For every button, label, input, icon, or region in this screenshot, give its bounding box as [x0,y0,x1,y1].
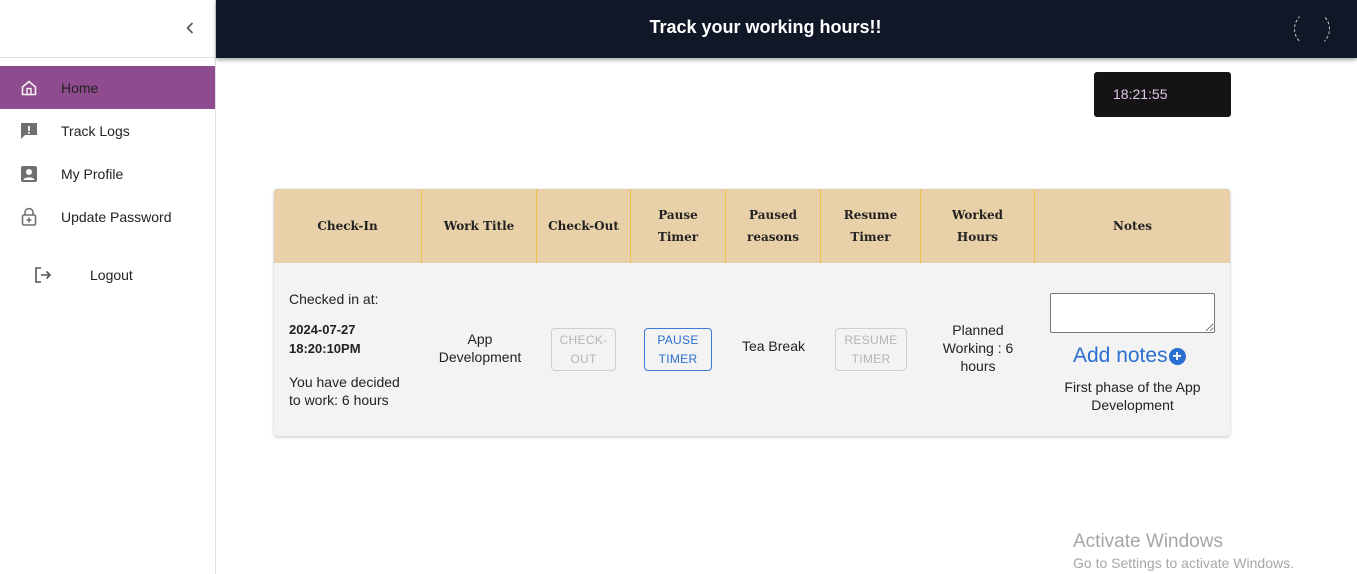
chevron-left-icon [186,22,194,34]
sidebar-header [0,0,215,58]
decided-work-hours: You have decided to work: 6 hours [289,374,400,408]
sidebar-item-track-logs[interactable]: Track Logs [0,109,215,152]
checked-in-time: 18:20:10PM [289,341,361,356]
header-notes: Notes [1113,219,1152,233]
add-circle-icon: + [1168,347,1186,365]
worked-hours-value: Planned Working : 6 hours [942,322,1014,374]
header-pause-timer: Pause Timer [631,189,726,263]
sidebar-nav: Home Track Logs My Profile Update Passwo… [0,66,215,238]
notes-input[interactable] [1050,293,1215,333]
resume-timer-button[interactable]: RESUME TIMER [835,328,907,371]
header-resume-timer: Resume Timer [821,189,921,263]
app-header: Track your working hours!! [216,0,1357,58]
checked-in-date: 2024-07-27 [289,322,356,337]
logout-button[interactable]: Logout [0,255,215,295]
sidebar-item-label: Update Password [61,208,172,225]
activate-windows-title: Activate Windows [1073,531,1223,552]
live-clock: 18:21:55 [1094,72,1231,117]
checked-in-label: Checked in at: [289,291,379,307]
table-header-row: Check-In Work Title Check-Out Pause Time… [274,189,1230,263]
add-notes-button[interactable]: Add notes + [1073,344,1186,368]
header-check-in: Check-In [274,189,422,263]
lock-plus-icon [19,207,39,227]
sidebar-item-label: Track Logs [61,122,130,139]
check-out-button[interactable]: CHECK-OUT [551,328,616,371]
sidebar-item-label: My Profile [61,165,124,182]
work-log-table: Check-In Work Title Check-Out Pause Time… [274,189,1230,436]
note-text: First phase of the App Development [1064,379,1201,413]
collapse-sidebar-button[interactable] [180,18,200,38]
header-check-out: Check-Out [537,189,631,263]
account-box-icon [19,164,39,184]
sidebar-item-label: Home [61,79,99,96]
pause-timer-button[interactable]: PAUSE TIMER [644,328,712,371]
sidebar-item-home[interactable]: Home [0,66,215,109]
sidebar-item-update-password[interactable]: Update Password [0,195,215,238]
avatar[interactable] [1294,11,1330,47]
sidebar-item-my-profile[interactable]: My Profile [0,152,215,195]
logout-icon [33,265,53,285]
sidebar: Home Track Logs My Profile Update Passwo… [0,0,216,574]
feedback-icon [19,121,39,141]
logout-label: Logout [90,267,133,283]
header-work-title: Work Title [422,189,537,263]
add-notes-label: Add notes [1073,344,1168,367]
paused-reason-value: Tea Break [741,338,806,354]
header-worked-hours: Worked Hours [921,189,1035,263]
activate-windows-subtitle: Go to Settings to activate Windows. [1073,555,1294,571]
header-paused-reasons: Paused reasons [726,189,821,263]
page-title: Track your working hours!! [649,17,882,37]
home-icon [19,78,39,98]
work-title-value: App Development [438,331,522,365]
